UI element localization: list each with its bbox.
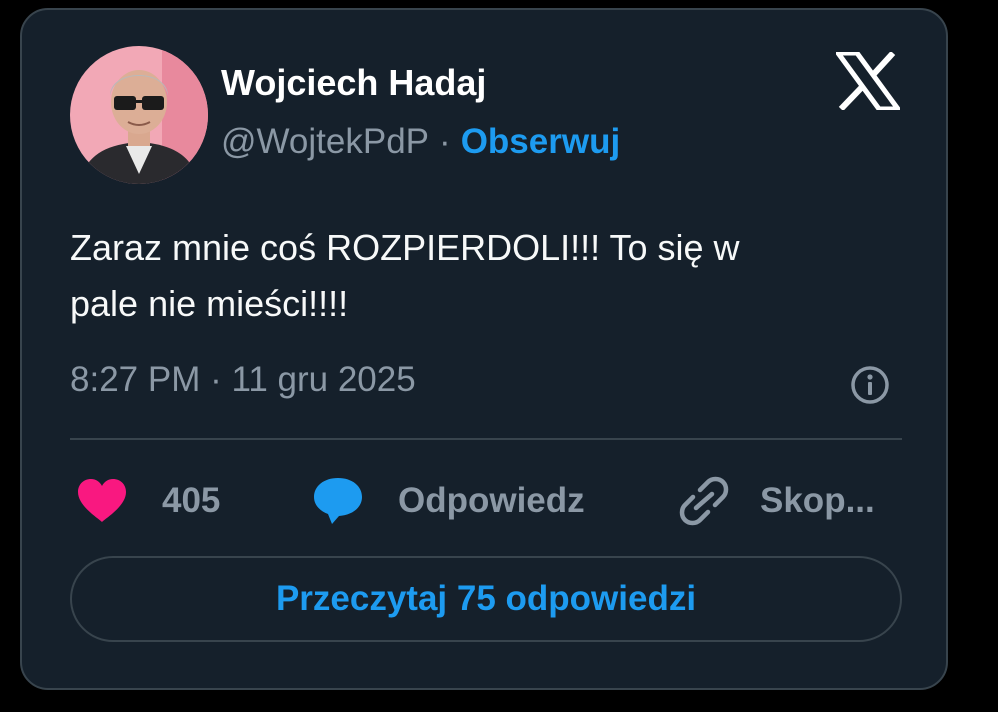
copy-label: Skop...	[760, 481, 875, 520]
reply-button[interactable]: Odpowiedz	[312, 472, 585, 530]
speech-bubble-icon	[314, 478, 362, 524]
tweet-text-line-2: pale nie mieści!!!!	[70, 283, 349, 324]
read-replies-button[interactable]: Przeczytaj 75 odpowiedzi	[70, 556, 902, 642]
info-icon[interactable]	[848, 363, 892, 407]
read-replies-label: Przeczytaj 75 odpowiedzi	[275, 579, 697, 618]
tweet-text-line-1: Zaraz mnie coś ROZPIERDOLI!!! To się w	[70, 227, 740, 268]
like-count: 405	[162, 481, 221, 520]
separator-dot: ·	[439, 122, 451, 161]
author-name[interactable]: Wojciech Hadaj	[221, 62, 486, 104]
tweet-text: Zaraz mnie coś ROZPIERDOLI!!! To się w p…	[70, 220, 890, 332]
heart-icon	[78, 479, 126, 522]
divider	[70, 438, 902, 440]
like-button[interactable]: 405	[76, 472, 220, 530]
tweet-card: Wojciech Hadaj @WojtekPdP · Obserwuj Zaraz…	[20, 8, 948, 690]
reply-label: Odpowiedz	[398, 481, 585, 520]
handle-row: @WojtekPdP · Obserwuj	[221, 122, 620, 162]
copy-link-button[interactable]: Skop...	[678, 472, 875, 530]
author-handle[interactable]: @WojtekPdP	[221, 122, 429, 161]
tweet-timestamp[interactable]: 8:27 PM · 11 gru 2025	[70, 360, 416, 400]
link-icon	[679, 476, 729, 526]
follow-button[interactable]: Obserwuj	[461, 122, 620, 161]
x-logo-icon[interactable]	[833, 50, 903, 112]
avatar[interactable]	[70, 46, 208, 184]
